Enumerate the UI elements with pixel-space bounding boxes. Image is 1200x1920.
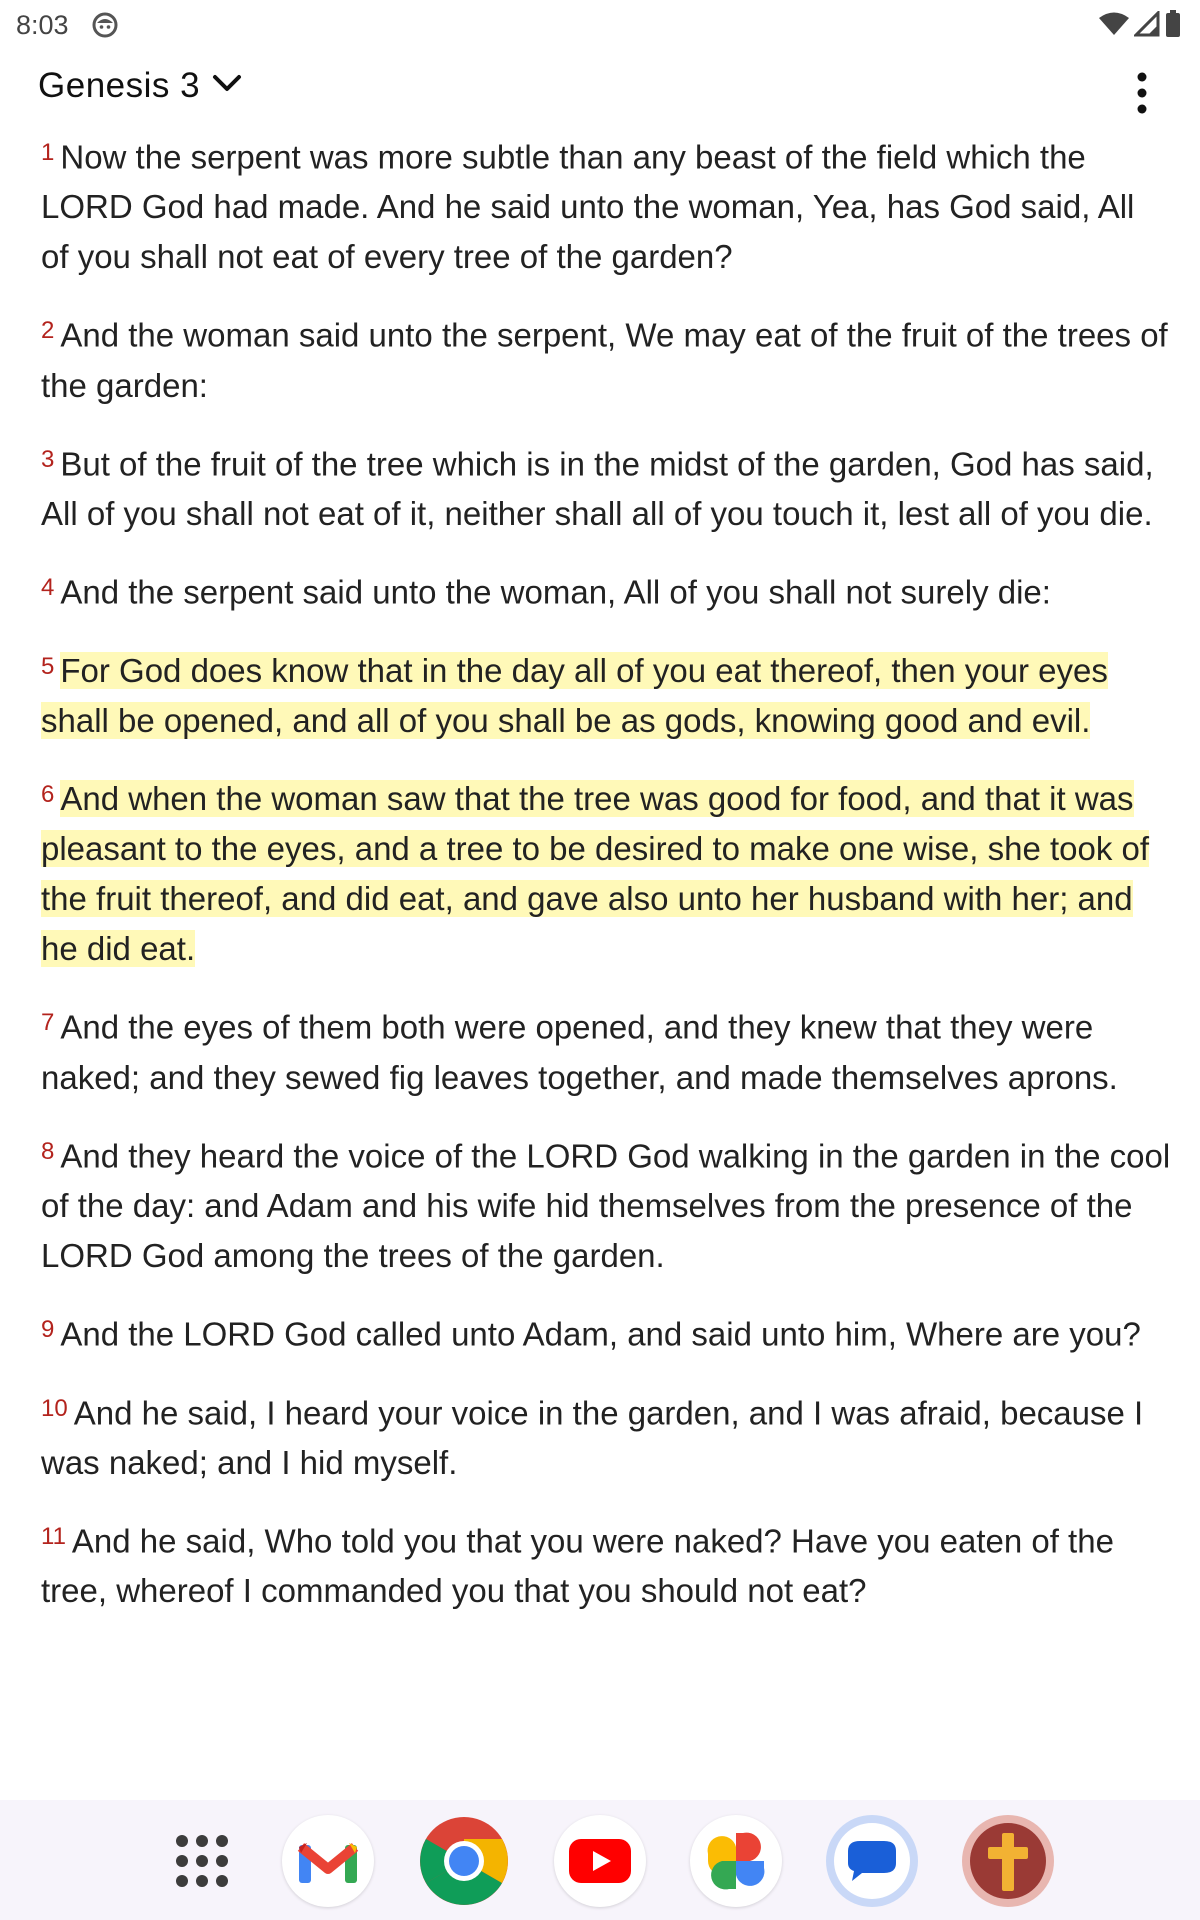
verse-9[interactable]: 9 And the LORD God called unto Adam, and … — [41, 1305, 1171, 1359]
verse-6[interactable]: 6 And when the woman saw that the tree wa… — [41, 770, 1171, 974]
verse-text: Now the serpent was more subtle than any… — [41, 138, 1135, 276]
verse-text: But of the fruit of the tree which is in… — [41, 445, 1154, 533]
verse-number: 11 — [41, 1522, 66, 1550]
verse-10[interactable]: 10 And he said, I heard your voice in the… — [41, 1384, 1171, 1488]
verse-number: 7 — [41, 1009, 55, 1037]
verse-text-highlighted: And when the woman saw that the tree was… — [41, 780, 1150, 968]
verse-text: And the woman said unto the serpent, We … — [41, 316, 1168, 404]
verse-number: 5 — [41, 652, 55, 680]
verse-8[interactable]: 8 And they heard the voice of the LORD Go… — [41, 1127, 1171, 1281]
youtube-icon — [569, 1839, 631, 1883]
verse-number: 1 — [41, 139, 55, 166]
youtube-app[interactable] — [554, 1815, 646, 1907]
status-time: 8:03 — [16, 10, 69, 40]
verse-list[interactable]: 1 Now the serpent was more subtle than an… — [41, 128, 1171, 1640]
photos-icon — [707, 1832, 765, 1890]
verse-text-highlighted: For God does know that in the day all of… — [41, 651, 1108, 739]
verse-7[interactable]: 7 And the eyes of them both were opened, … — [41, 998, 1171, 1102]
verse-4[interactable]: 4 And the serpent said unto the woman, Al… — [41, 563, 1171, 617]
gmail-icon — [297, 1843, 359, 1883]
app-bar: Genesis 3 — [0, 60, 1200, 130]
photos-app[interactable] — [690, 1815, 782, 1907]
verse-number: 3 — [41, 445, 55, 473]
chrome-icon — [420, 1817, 508, 1905]
verse-text: And he said, I heard your voice in the g… — [41, 1393, 1144, 1481]
verse-text: And the LORD God called unto Adam, and s… — [60, 1315, 1141, 1353]
verse-text: And the serpent said unto the woman, All… — [60, 573, 1051, 611]
book-chapter-title: Genesis 3 — [38, 66, 201, 105]
verse-number: 4 — [41, 574, 55, 602]
notification-face-icon — [92, 12, 118, 38]
messages-icon — [834, 1823, 910, 1899]
verse-number: 8 — [41, 1137, 55, 1165]
verse-5[interactable]: 5 For God does know that in the day all o… — [41, 642, 1171, 746]
verse-number: 10 — [41, 1394, 68, 1422]
cellular-signal-icon — [1132, 9, 1160, 42]
app-drawer-button[interactable] — [156, 1815, 248, 1907]
book-chapter-selector[interactable]: Genesis 3 — [38, 66, 242, 106]
verse-3[interactable]: 3 But of the fruit of the tree which is i… — [41, 435, 1171, 539]
chevron-down-icon — [212, 73, 242, 100]
verse-number: 6 — [41, 780, 55, 808]
chrome-app[interactable] — [418, 1815, 510, 1907]
verse-2[interactable]: 2 And the woman said unto the serpent, We… — [41, 306, 1171, 410]
verse-number: 9 — [41, 1316, 55, 1344]
verse-number: 2 — [41, 317, 55, 345]
more-vert-icon — [1137, 72, 1147, 114]
verse-1[interactable]: 1 Now the serpent was more subtle than an… — [41, 128, 1171, 282]
bible-app[interactable] — [962, 1815, 1054, 1907]
wifi-icon — [1098, 11, 1130, 42]
verse-text: And the eyes of them both were opened, a… — [41, 1008, 1118, 1096]
battery-icon — [1164, 10, 1182, 43]
more-options-button[interactable] — [1128, 66, 1164, 120]
verse-11[interactable]: 11 And he said, Who told you that you wer… — [41, 1512, 1171, 1616]
gmail-app[interactable] — [282, 1815, 374, 1907]
grid-dots-icon — [176, 1835, 228, 1887]
status-bar: 8:03 — [0, 0, 1200, 50]
messages-app[interactable] — [826, 1815, 918, 1907]
status-icons — [1098, 9, 1182, 43]
verse-text: And they heard the voice of the LORD God… — [41, 1137, 1171, 1275]
cross-icon — [970, 1823, 1046, 1899]
verse-text: And he said, Who told you that you were … — [41, 1522, 1114, 1610]
app-dock — [0, 1800, 1200, 1920]
